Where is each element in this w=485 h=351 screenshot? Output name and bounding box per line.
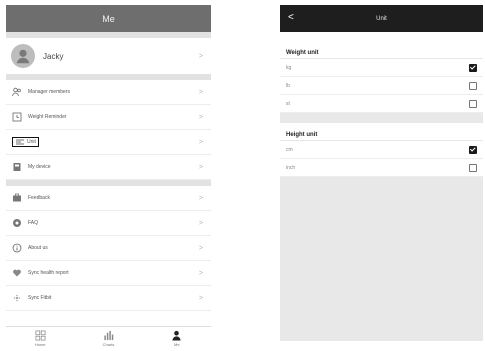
option-cm[interactable]: cm	[280, 141, 483, 159]
avatar-icon	[16, 49, 30, 64]
chevron-right-icon: >	[198, 194, 203, 202]
menu-item-manager-members[interactable]: Manager members >	[6, 80, 211, 105]
unit-screen: < Unit Weight unit kg lb st Height unit …	[280, 5, 483, 341]
menu-item-faq[interactable]: FAQ >	[6, 211, 211, 236]
chevron-right-icon: >	[198, 269, 203, 277]
chevron-right-icon: >	[198, 88, 203, 96]
heart-icon	[12, 268, 22, 278]
tab-me[interactable]: Me	[143, 327, 211, 349]
menu-item-label: Weight Reminder	[28, 114, 67, 120]
section-gap	[280, 113, 483, 123]
grid-icon	[35, 330, 46, 340]
unit-icon	[15, 137, 25, 147]
feedback-icon	[12, 193, 22, 203]
option-label: kg	[286, 64, 292, 71]
back-icon[interactable]: <	[288, 12, 294, 23]
weight-unit-section: Weight unit kg lb st	[280, 41, 483, 113]
bottom-tab-bar: Home Charts Me	[6, 326, 211, 349]
unit-highlight: Unit	[12, 137, 39, 147]
menu-item-sync-fitbit[interactable]: Sync Fitbit >	[6, 286, 211, 311]
reminder-icon	[12, 112, 22, 122]
chevron-right-icon: >	[198, 294, 203, 302]
device-icon	[12, 162, 22, 172]
chevron-right-icon: >	[198, 138, 203, 146]
menu-item-label: Feedback	[28, 195, 50, 201]
profile-row[interactable]: Jacky >	[6, 38, 211, 74]
option-label: lb	[286, 82, 290, 89]
chevron-right-icon: >	[198, 52, 203, 60]
section-title: Weight unit	[280, 41, 483, 59]
option-lb[interactable]: lb	[280, 77, 483, 95]
section-title: Height unit	[280, 123, 483, 141]
height-unit-section: Height unit cm inch	[280, 123, 483, 177]
checkbox[interactable]	[469, 163, 477, 172]
menu-item-unit[interactable]: Unit >	[6, 130, 211, 155]
chevron-right-icon: >	[198, 219, 203, 227]
checkbox[interactable]	[469, 81, 477, 90]
me-screen: Me Jacky > Manager members > Weight Remi…	[6, 5, 211, 349]
option-kg[interactable]: kg	[280, 59, 483, 77]
menu-item-feedback[interactable]: Feedback >	[6, 186, 211, 211]
checkbox[interactable]	[469, 99, 477, 108]
option-label: st	[286, 100, 290, 107]
person-icon	[172, 330, 181, 341]
tab-label: Home	[34, 341, 46, 347]
chevron-right-icon: >	[198, 113, 203, 121]
chevron-right-icon: >	[198, 163, 203, 171]
checkbox-checked[interactable]	[469, 145, 477, 154]
menu-item-label: Manager members	[28, 89, 70, 95]
profile-name: Jacky	[43, 51, 64, 61]
info-icon	[12, 243, 22, 253]
tab-label: Charts	[102, 341, 115, 347]
chevron-right-icon: >	[198, 244, 203, 252]
avatar	[11, 44, 35, 68]
fitbit-icon	[12, 293, 22, 303]
option-st[interactable]: st	[280, 95, 483, 113]
tab-charts[interactable]: Charts	[74, 327, 142, 349]
menu-item-label: About us	[28, 245, 48, 251]
bar-chart-icon	[104, 330, 114, 340]
menu-item-my-device[interactable]: My device >	[6, 155, 211, 180]
page-title: Unit	[376, 15, 387, 22]
unit-header: < Unit	[280, 5, 483, 32]
page-title: Me	[102, 13, 115, 24]
tab-home[interactable]: Home	[6, 327, 74, 349]
menu-item-sync-health-report[interactable]: Sync health report >	[6, 261, 211, 286]
spacer	[280, 32, 483, 41]
option-label: cm	[286, 146, 293, 153]
menu-item-label: Sync Fitbit	[28, 295, 52, 301]
option-label: inch	[286, 164, 296, 171]
faq-icon	[12, 218, 22, 228]
menu-item-label: My device	[28, 164, 51, 170]
menu-item-label: Unit	[27, 139, 36, 145]
menu-item-about-us[interactable]: About us >	[6, 236, 211, 261]
menu-item-label: FAQ	[28, 220, 39, 226]
checkbox-checked[interactable]	[469, 63, 477, 72]
option-inch[interactable]: inch	[280, 159, 483, 177]
me-header: Me	[6, 5, 211, 32]
menu-item-label: Sync health report	[28, 270, 69, 276]
members-icon	[12, 87, 22, 97]
menu-item-weight-reminder[interactable]: Weight Reminder >	[6, 105, 211, 130]
tab-label: Me	[174, 341, 180, 347]
